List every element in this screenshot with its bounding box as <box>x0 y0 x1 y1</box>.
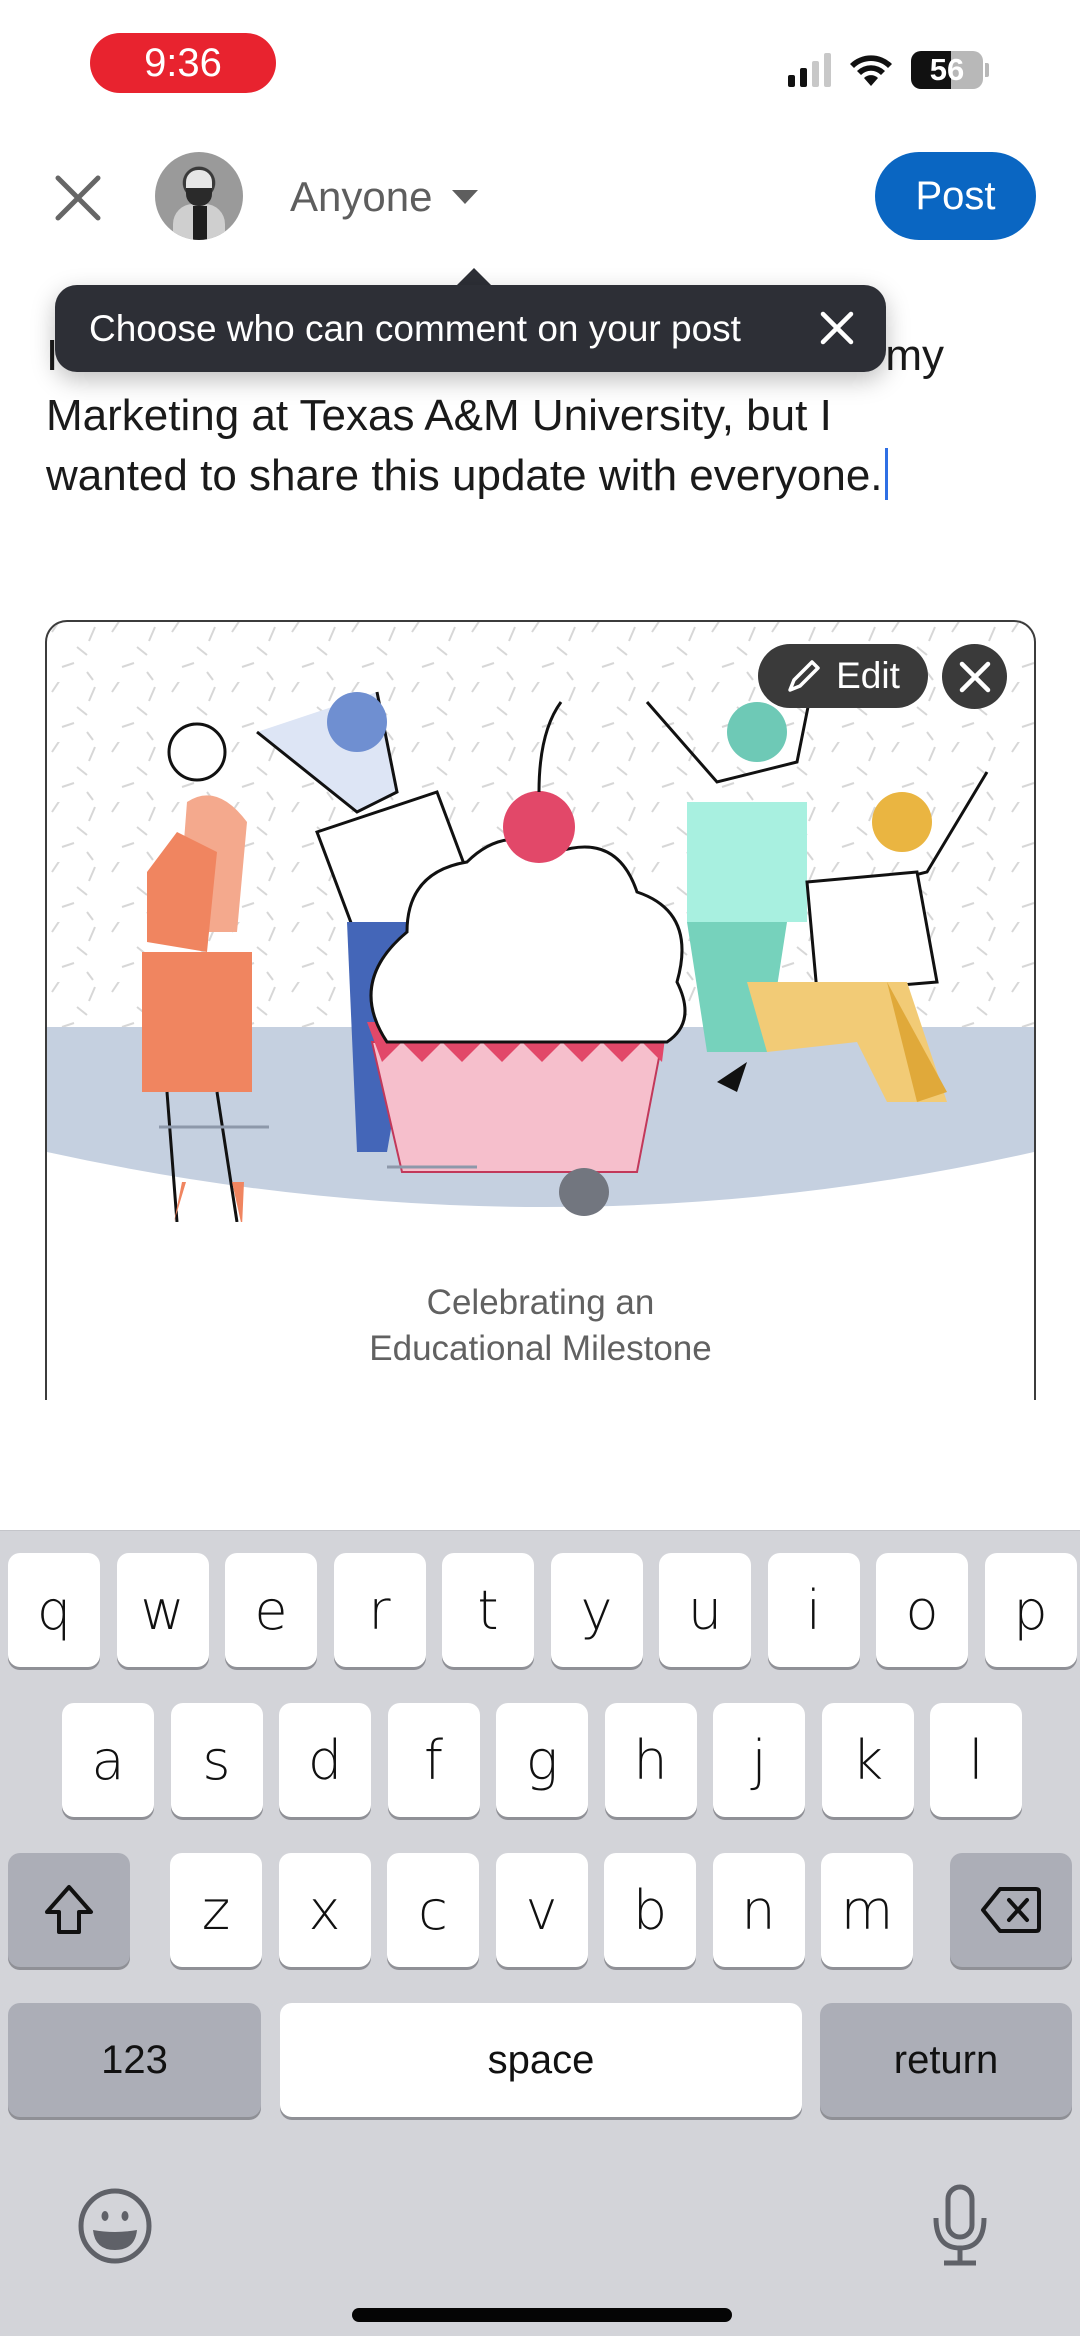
space-key[interactable]: space <box>280 2003 802 2117</box>
key-d[interactable]: d <box>279 1703 371 1817</box>
key-z[interactable]: z <box>170 1853 262 1967</box>
close-button[interactable] <box>50 170 106 226</box>
audience-label: Anyone <box>290 173 433 220</box>
backspace-key[interactable] <box>950 1853 1072 1967</box>
post-button[interactable]: Post <box>875 152 1036 240</box>
audience-selector[interactable]: Anyone <box>290 168 479 226</box>
shift-key[interactable] <box>8 1853 130 1967</box>
emoji-icon <box>78 2188 152 2264</box>
close-icon <box>959 661 990 692</box>
text-cursor <box>884 448 888 500</box>
celebration-illustration <box>47 622 1034 1222</box>
key-o[interactable]: o <box>876 1553 968 1667</box>
keyboard: 123 space return qwertyuiop asdfghjkl zxcv… <box>0 1530 1080 2336</box>
key-h[interactable]: h <box>604 1703 697 1817</box>
key-i[interactable]: i <box>767 1553 860 1667</box>
card-caption: Celebrating an Educational Milestone <box>369 1283 712 1368</box>
battery-level: 56 <box>929 52 965 87</box>
key-b[interactable]: b <box>604 1853 696 1967</box>
remove-image-button[interactable] <box>942 644 1007 709</box>
tooltip-text: Choose who can comment on your post <box>89 307 741 349</box>
key-t[interactable]: t <box>442 1553 534 1667</box>
key-f[interactable]: f <box>387 1703 480 1817</box>
wifi-icon <box>850 55 892 86</box>
key-m[interactable]: m <box>821 1853 913 1967</box>
home-indicator <box>352 2308 732 2322</box>
comment-settings-tooltip: Choose who can comment on your post <box>55 285 886 372</box>
key-j[interactable]: j <box>713 1703 805 1817</box>
emoji-button[interactable] <box>70 2181 160 2271</box>
post-text-line-2: Marketing at Texas A&M University, but I <box>46 391 832 440</box>
celebration-card: Edit Celebrating an Educational Mileston… <box>45 620 1036 1400</box>
shift-icon <box>45 1885 93 1934</box>
caret-down-icon <box>452 190 479 204</box>
backspace-icon <box>981 1887 1041 1933</box>
edit-button[interactable]: Edit <box>758 644 928 708</box>
close-icon <box>820 311 854 345</box>
key-l[interactable]: l <box>930 1703 1022 1817</box>
key-w[interactable]: w <box>116 1553 209 1667</box>
key-u[interactable]: u <box>659 1553 751 1667</box>
key-a[interactable]: a <box>62 1703 154 1817</box>
key-s[interactable]: s <box>170 1703 263 1817</box>
key-c[interactable]: c <box>387 1853 479 1967</box>
key-r[interactable]: r <box>333 1553 426 1667</box>
key-g[interactable]: g <box>496 1703 588 1817</box>
status-icons: 56 <box>788 50 989 90</box>
key-x[interactable]: x <box>278 1853 371 1967</box>
pencil-icon <box>788 660 820 692</box>
key-y[interactable]: y <box>550 1553 643 1667</box>
key-v[interactable]: v <box>495 1853 588 1967</box>
key-p[interactable]: p <box>984 1553 1077 1667</box>
tooltip-close-button[interactable] <box>808 299 866 357</box>
tooltip-arrow <box>456 268 492 286</box>
close-icon <box>55 175 101 221</box>
key-k[interactable]: k <box>821 1703 914 1817</box>
battery-icon: 56 <box>911 51 983 89</box>
avatar[interactable] <box>155 152 243 240</box>
dictation-button[interactable] <box>915 2181 1005 2271</box>
numbers-key[interactable]: 123 <box>8 2003 261 2117</box>
edit-label: Edit <box>836 655 900 696</box>
key-q[interactable]: q <box>8 1553 100 1667</box>
post-text-line-3: wanted to share this update with everyon… <box>46 446 1036 506</box>
cellular-signal-icon <box>788 53 831 87</box>
microphone-icon <box>933 2184 987 2266</box>
key-n[interactable]: n <box>712 1853 805 1967</box>
return-key[interactable]: return <box>820 2003 1072 2117</box>
status-time: 9:36 <box>90 33 276 93</box>
key-e[interactable]: e <box>225 1553 317 1667</box>
